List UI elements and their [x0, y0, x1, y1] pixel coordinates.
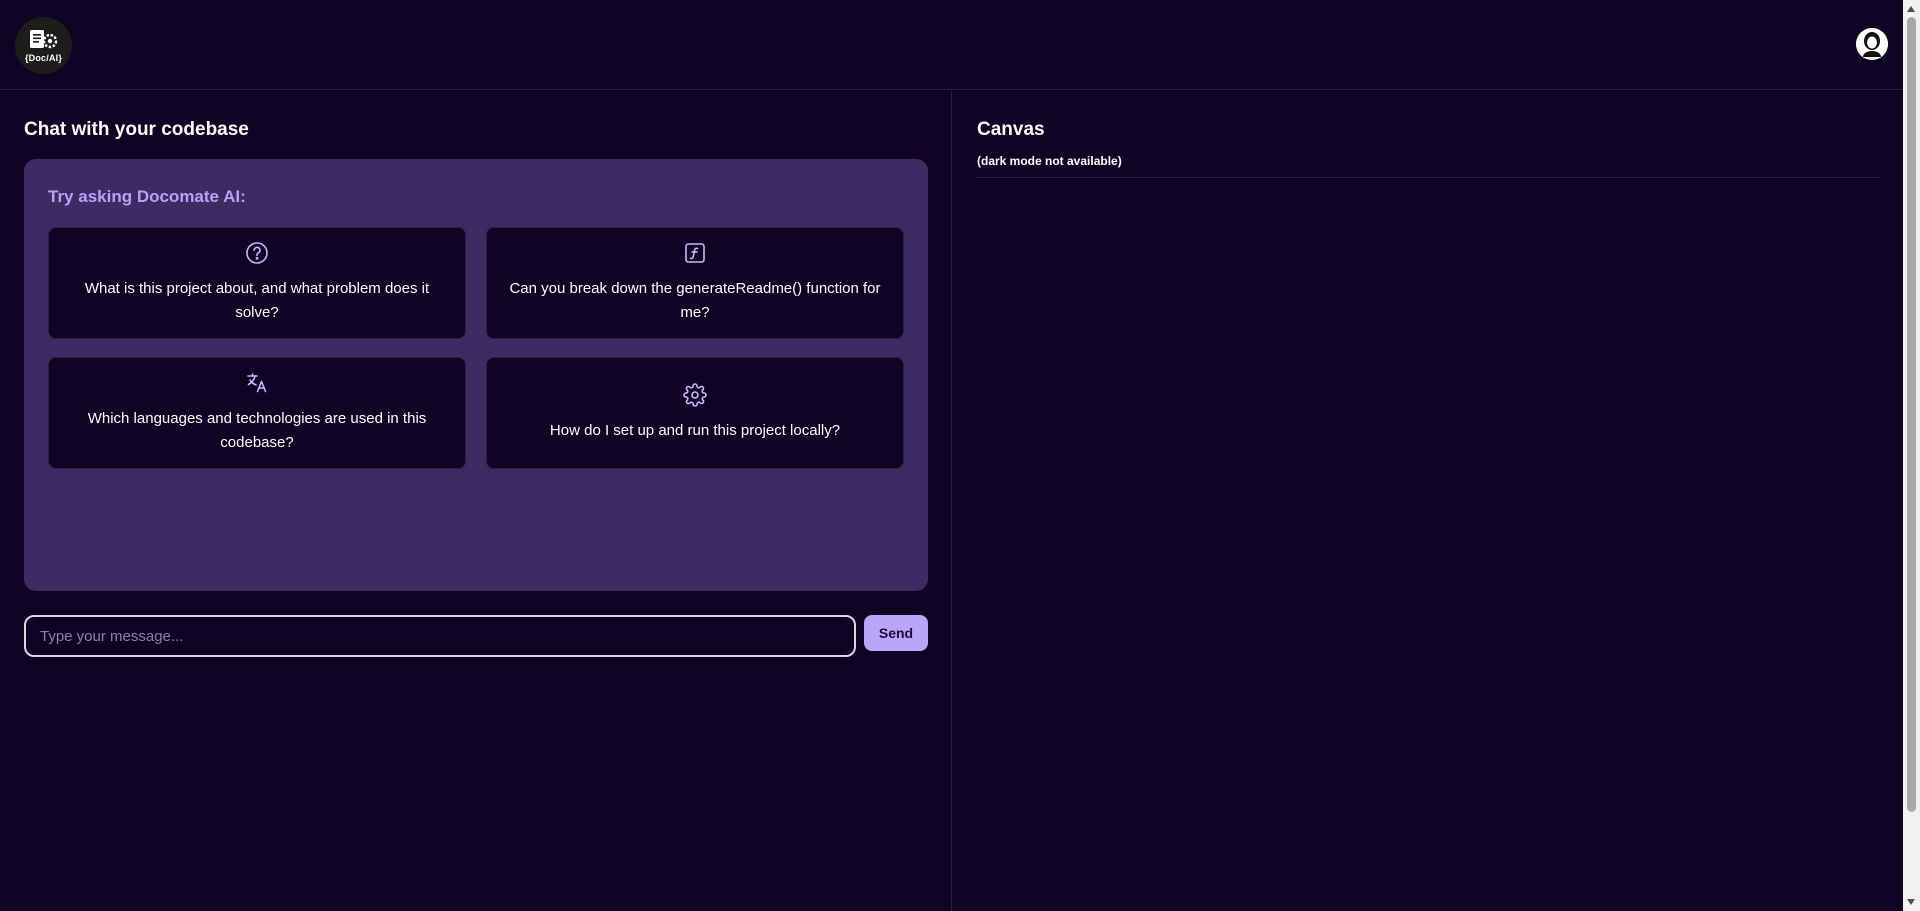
app-window: {Doc/AI} Chat with your codebase Try ask…: [0, 0, 1920, 911]
suggestion-card-languages[interactable]: Which languages and technologies are use…: [48, 357, 466, 469]
question-circle-icon: [246, 242, 268, 264]
canvas-panel: Canvas (dark mode not available): [953, 91, 1903, 911]
canvas-title: Canvas: [977, 119, 1045, 140]
doc-gear-icon: [29, 30, 57, 49]
suggestions-heading: Try asking Docomate AI:: [48, 187, 246, 206]
suggestion-card-setup-locally[interactable]: How do I set up and run this project loc…: [486, 357, 904, 469]
gear-icon: [683, 383, 707, 407]
chat-panel: Chat with your codebase Try asking Docom…: [0, 91, 952, 911]
suggestion-text: Can you break down the generateReadme() …: [509, 280, 881, 321]
top-header: {Doc/AI}: [0, 0, 1903, 90]
scrollbar-thumb[interactable]: [1907, 17, 1916, 812]
suggestion-text: Which languages and technologies are use…: [87, 410, 427, 451]
canvas-divider: [977, 177, 1881, 178]
user-avatar[interactable]: [1856, 28, 1888, 60]
scroll-up-arrow-icon[interactable]: [1907, 6, 1915, 12]
suggestions-box: Try asking Docomate AI: What is this pro…: [24, 159, 928, 591]
canvas-note: (dark mode not available): [977, 154, 1122, 168]
suggestion-card-project-about[interactable]: What is this project about, and what pro…: [48, 227, 466, 339]
user-avatar-icon: [1856, 28, 1888, 60]
function-icon: [685, 243, 705, 263]
page-scrollbar[interactable]: [1903, 0, 1920, 911]
scroll-down-arrow-icon[interactable]: [1907, 899, 1915, 905]
chat-title: Chat with your codebase: [24, 119, 249, 140]
send-button[interactable]: Send: [864, 615, 928, 651]
translate-icon: [247, 373, 267, 393]
suggestion-text: What is this project about, and what pro…: [84, 280, 430, 321]
suggestion-card-generate-readme[interactable]: Can you break down the generateReadme() …: [486, 227, 904, 339]
suggestion-text: How do I set up and run this project loc…: [549, 422, 841, 439]
app-logo[interactable]: {Doc/AI}: [15, 17, 72, 74]
message-input[interactable]: [24, 615, 856, 657]
logo-text: {Doc/AI}: [24, 53, 63, 63]
